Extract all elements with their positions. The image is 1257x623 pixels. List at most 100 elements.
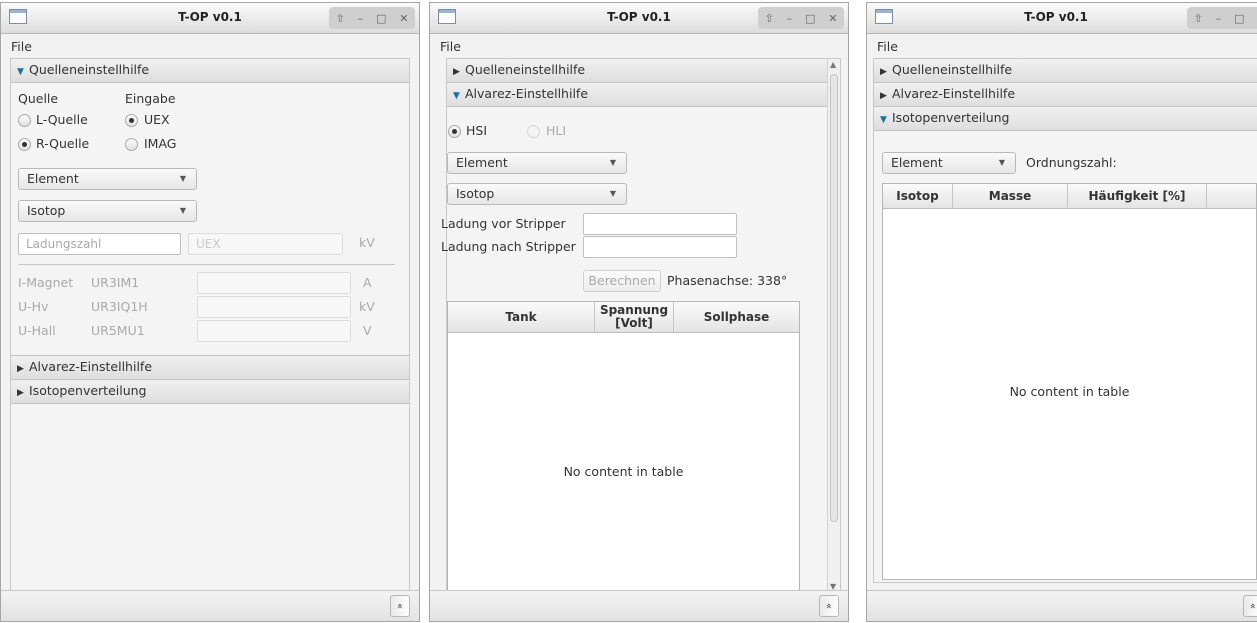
shade-button[interactable]: ⇧ xyxy=(335,12,344,25)
ladung-nach-label: Ladung nach Stripper xyxy=(441,239,576,254)
scroll-up-icon[interactable]: ▲ xyxy=(830,60,836,69)
collapse-button[interactable]: « xyxy=(819,595,839,617)
element-combo[interactable]: Element ▼ xyxy=(882,152,1016,174)
l-quelle-label[interactable]: L-Quelle xyxy=(36,112,88,127)
status-bar: « xyxy=(430,590,848,621)
panel-alvarez-header[interactable]: ▶ Alvarez-Einstellhilfe xyxy=(874,83,1257,107)
ladungszahl-placeholder: Ladungszahl xyxy=(26,237,102,251)
radio-uex[interactable] xyxy=(125,114,138,127)
title-bar[interactable]: T-OP v0.1 ⇧ – □ ✕ xyxy=(1,3,419,34)
column-header[interactable]: Sollphase xyxy=(674,302,799,332)
isotop-combo-value: Isotop xyxy=(27,203,66,218)
triangle-down-icon: ▼ xyxy=(880,115,887,125)
shade-button[interactable]: ⇧ xyxy=(764,12,773,25)
minimize-button[interactable]: – xyxy=(1216,12,1222,25)
ladung-vor-input[interactable] xyxy=(583,213,737,235)
empty-table-text: No content in table xyxy=(563,464,684,479)
window-controls: ⇧ – □ ✕ xyxy=(1187,7,1257,29)
scrollbar-thumb[interactable] xyxy=(830,74,838,522)
column-header[interactable]: Häufigkeit [%] xyxy=(1068,184,1207,208)
element-combo-value: Element xyxy=(27,171,79,186)
phasenachse-label: Phasenachse: 338° xyxy=(667,273,788,288)
column-header[interactable]: Isotop xyxy=(883,184,953,208)
menu-file[interactable]: File xyxy=(11,39,32,54)
radio-hli[interactable] xyxy=(527,125,540,138)
element-combo[interactable]: Element ▼ xyxy=(18,168,197,190)
isotop-combo[interactable]: Isotop ▼ xyxy=(18,200,197,222)
collapse-button[interactable]: « xyxy=(390,595,410,617)
chevron-down-icon: ▼ xyxy=(609,189,616,198)
row-unit: kV xyxy=(359,299,375,314)
radio-l-quelle[interactable] xyxy=(18,114,31,127)
panel-title: Alvarez-Einstellhilfe xyxy=(892,86,1016,101)
window-alvarez: T-OP v0.1 ⇧ – □ ✕ File ▶ Quelleneinstellh… xyxy=(429,2,849,622)
ladungszahl-input[interactable]: Ladungszahl xyxy=(18,233,181,255)
close-button[interactable]: ✕ xyxy=(399,12,408,25)
hsi-label[interactable]: HSI xyxy=(466,123,487,138)
panel-title: Alvarez-Einstellhilfe xyxy=(29,359,153,374)
menu-file[interactable]: File xyxy=(440,39,461,54)
column-header[interactable]: Tank xyxy=(448,302,595,332)
uex-placeholder: UEX xyxy=(196,237,221,251)
panel-quellen-header[interactable]: ▶ Quelleneinstellhilfe xyxy=(447,59,827,83)
status-bar: « xyxy=(867,590,1257,621)
title-bar[interactable]: T-OP v0.1 ⇧ – □ ✕ xyxy=(430,3,848,34)
panel-alvarez-header[interactable]: ▶ Alvarez-Einstellhilfe xyxy=(11,355,409,380)
ladung-vor-label: Ladung vor Stripper xyxy=(441,216,566,231)
hli-label[interactable]: HLI xyxy=(546,123,566,138)
column-header[interactable]: Masse xyxy=(953,184,1068,208)
element-combo[interactable]: Element ▼ xyxy=(447,152,627,174)
chevron-down-icon: ▼ xyxy=(179,206,186,215)
menu-file[interactable]: File xyxy=(877,39,898,54)
uex-input[interactable]: UEX xyxy=(188,233,343,255)
triangle-down-icon: ▼ xyxy=(17,67,24,77)
window-controls: ⇧ – □ ✕ xyxy=(329,7,415,29)
maximize-button[interactable]: □ xyxy=(805,12,815,25)
radio-r-quelle[interactable] xyxy=(18,138,31,151)
title-bar[interactable]: T-OP v0.1 ⇧ – □ ✕ xyxy=(867,3,1257,34)
shade-button[interactable]: ⇧ xyxy=(1193,12,1202,25)
minimize-button[interactable]: – xyxy=(358,12,364,25)
row-unit: A xyxy=(363,275,372,290)
chevron-down-icon: ▼ xyxy=(609,158,616,167)
u-hv-field[interactable] xyxy=(197,296,351,318)
ladung-nach-input[interactable] xyxy=(583,236,737,258)
window-quellen: T-OP v0.1 ⇧ – □ ✕ File ▼ Quelleneinstellh… xyxy=(0,2,420,622)
panel-isotopen-header[interactable]: ▼ Isotopenverteilung xyxy=(874,107,1257,131)
panel-quellen-header[interactable]: ▼ Quelleneinstellhilfe xyxy=(11,59,409,83)
menu-bar: File xyxy=(430,34,848,58)
panel-isotopen-header[interactable]: ▶ Isotopenverteilung xyxy=(11,380,409,404)
close-button[interactable]: ✕ xyxy=(828,12,837,25)
maximize-button[interactable]: □ xyxy=(1234,12,1244,25)
panel-title: Quelleneinstellhilfe xyxy=(892,62,1013,77)
panel-title: Quelleneinstellhilfe xyxy=(465,62,586,77)
berechnen-button[interactable]: Berechnen xyxy=(583,270,661,292)
panel-alvarez-header[interactable]: ▼ Alvarez-Einstellhilfe xyxy=(447,83,827,107)
imag-label[interactable]: IMAG xyxy=(144,136,177,151)
column-header[interactable]: Spannung [Volt] xyxy=(595,302,674,332)
minimize-button[interactable]: – xyxy=(787,12,793,25)
isotope-table[interactable]: Isotop Masse Häufigkeit [%] No content i… xyxy=(882,183,1257,580)
empty-table-text: No content in table xyxy=(1009,384,1130,399)
triangle-right-icon: ▶ xyxy=(453,67,460,77)
window-controls: ⇧ – □ ✕ xyxy=(758,7,844,29)
panel-quellen-header[interactable]: ▶ Quelleneinstellhilfe xyxy=(874,59,1257,83)
r-quelle-label[interactable]: R-Quelle xyxy=(36,136,89,151)
menu-bar: File xyxy=(867,34,1257,58)
i-magnet-field[interactable] xyxy=(197,272,351,294)
quelle-label: Quelle xyxy=(18,91,59,106)
maximize-button[interactable]: □ xyxy=(376,12,386,25)
u-hall-field[interactable] xyxy=(197,320,351,342)
collapse-button[interactable]: « xyxy=(1243,595,1257,617)
vertical-scrollbar[interactable]: ▲ ▼ xyxy=(827,59,840,592)
table-header: Isotop Masse Häufigkeit [%] xyxy=(883,184,1256,209)
panel-title: Isotopenverteilung xyxy=(29,383,147,398)
triangle-right-icon: ▶ xyxy=(17,388,24,398)
panel-quellen-body: Quelle Eingabe L-Quelle UEX R-Quelle IMA… xyxy=(11,83,409,355)
radio-imag[interactable] xyxy=(125,138,138,151)
radio-hsi[interactable] xyxy=(448,125,461,138)
uex-label[interactable]: UEX xyxy=(144,112,170,127)
tank-table[interactable]: Tank Spannung [Volt] Sollphase No conten… xyxy=(447,301,800,592)
triangle-down-icon: ▼ xyxy=(453,91,460,101)
isotop-combo[interactable]: Isotop ▼ xyxy=(447,183,627,205)
